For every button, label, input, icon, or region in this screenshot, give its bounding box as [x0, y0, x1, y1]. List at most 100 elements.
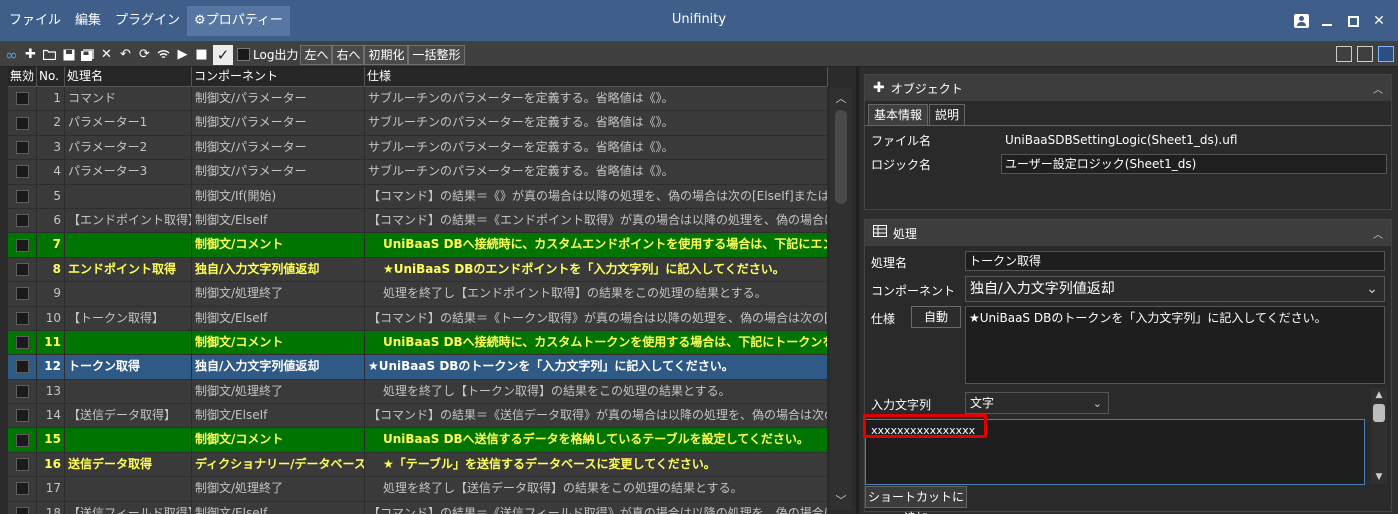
row-number[interactable]: 6	[37, 208, 65, 233]
row-spec[interactable]: UniBaaS DBへ送信するデータを格納しているテーブルを設定してください。	[365, 428, 828, 452]
row-disabled-checkbox[interactable]	[15, 165, 29, 179]
menu-edit[interactable]: 編集	[68, 6, 108, 36]
minimize-button[interactable]	[1314, 10, 1340, 32]
row-disabled-checkbox[interactable]	[15, 311, 29, 325]
header-name[interactable]: 処理名	[65, 67, 192, 86]
maximize-button[interactable]	[1340, 10, 1366, 32]
row-component[interactable]: 制御文/処理終了	[192, 379, 365, 404]
header-disabled[interactable]: 無効	[8, 67, 37, 86]
row-process-name[interactable]: パラメーター2	[65, 135, 192, 160]
row-spec[interactable]: UniBaaS DBへ接続時に、カスタムエンドポイントを使用する場合は、下記にエ…	[365, 233, 828, 257]
stop-icon[interactable]: ■	[192, 44, 211, 65]
properties-scrollbar[interactable]: ▲ ▼	[1371, 388, 1387, 484]
row-process-name[interactable]	[65, 379, 192, 404]
log-output-toggle[interactable]: Log出力	[237, 46, 298, 63]
row-process-name[interactable]	[65, 233, 192, 257]
collapse-icon[interactable]: ︿	[1373, 81, 1383, 96]
table-row[interactable]: 6 【エンドポイント取得】 制御文/ElseIf 【コマンド】の結果＝《エンドポイント…	[8, 208, 828, 234]
row-process-name[interactable]: 【エンドポイント取得】	[65, 208, 192, 233]
scroll-up-icon[interactable]: ▲	[1371, 390, 1387, 400]
component-select[interactable]: 独自/入力文字列値返却 ⌄	[965, 276, 1385, 302]
row-process-name[interactable]: コマンド	[65, 87, 192, 111]
grid-scrollbar[interactable]: ︿ ﹀	[830, 88, 852, 510]
layout-right-pane-icon[interactable]	[1378, 46, 1394, 62]
row-component[interactable]: 制御文/ElseIf	[192, 208, 365, 233]
row-number[interactable]: 9	[37, 282, 65, 306]
input-type-select[interactable]: 文字 ⌄	[965, 392, 1109, 414]
collapse-icon[interactable]: ︿	[1373, 226, 1383, 241]
user-account-button[interactable]	[1288, 10, 1314, 32]
row-number[interactable]: 15	[37, 428, 65, 452]
row-number[interactable]: 1	[37, 87, 65, 111]
row-number[interactable]: 12	[37, 355, 65, 379]
menu-plugin[interactable]: プラグイン	[108, 6, 187, 36]
layout-left-pane-icon[interactable]	[1336, 46, 1352, 62]
close-button[interactable]: ✕	[1366, 10, 1392, 32]
row-disabled-checkbox[interactable]	[15, 384, 29, 398]
check-icon[interactable]: ✓	[213, 44, 233, 65]
row-number[interactable]: 4	[37, 160, 65, 184]
row-spec[interactable]: 処理を終了し【トークン取得】の結果をこの処理の結果とする。	[365, 379, 828, 404]
row-spec[interactable]: UniBaaS DBへ接続時に、カスタムトークンを使用する場合は、下記にトークン…	[365, 330, 828, 355]
row-component[interactable]: 制御文/パラメーター	[192, 87, 365, 111]
menu-properties[interactable]: ⚙プロパティー	[187, 6, 290, 36]
row-disabled-checkbox[interactable]	[15, 262, 29, 276]
logic-name-field[interactable]: ユーザー設定ロジック(Sheet1_ds)	[1001, 154, 1387, 174]
bulk-format-button[interactable]: 一括整形	[408, 44, 465, 65]
unifinity-logo-icon[interactable]: ∞	[2, 44, 21, 65]
table-row[interactable]: 8 エンドポイント取得 独自/入力文字列値返却 ★UniBaaS DBのエンドポイント…	[8, 257, 828, 283]
play-icon[interactable]: ▶	[173, 44, 192, 65]
initialize-button[interactable]: 初期化	[364, 44, 409, 65]
delete-icon[interactable]: ✕	[97, 44, 116, 65]
row-number[interactable]: 5	[37, 184, 65, 208]
row-number[interactable]: 14	[37, 404, 65, 428]
row-number[interactable]: 11	[37, 330, 65, 355]
table-row[interactable]: 16送信データ取得ディクショナリー/データベース読込★「テーブル」を送信するデー…	[8, 452, 828, 478]
row-spec[interactable]: サブルーチンのパラメーターを定義する。省略値は《》。	[365, 111, 828, 135]
row-process-name[interactable]	[65, 428, 192, 452]
object-panel-header[interactable]: ✚ オブジェクト ︿	[865, 75, 1391, 101]
row-process-name[interactable]: エンドポイント取得	[65, 257, 192, 282]
row-process-name[interactable]: 【送信フィールド取得】	[65, 501, 192, 514]
layout-center-pane-icon[interactable]	[1357, 46, 1373, 62]
table-row[interactable]: 5 制御文/If(開始) 【コマンド】の結果＝《》が真の場合は以降の処理を、偽の場合…	[8, 184, 828, 209]
row-disabled-checkbox[interactable]	[15, 189, 29, 203]
row-component[interactable]: 制御文/パラメーター	[192, 111, 365, 135]
row-disabled-checkbox[interactable]	[15, 433, 29, 447]
table-row[interactable]: 3 パラメーター2 制御文/パラメーター サブルーチンのパラメーターを定義する。省略値…	[8, 135, 828, 161]
row-process-name[interactable]: トークン取得	[65, 355, 192, 379]
row-number[interactable]: 18	[37, 501, 65, 514]
row-disabled-checkbox[interactable]	[15, 287, 29, 301]
table-row[interactable]: 11 制御文/コメント UniBaaS DBへ接続時に、カスタムトークンを使用する場…	[8, 330, 828, 356]
add-icon[interactable]: ✚	[21, 44, 40, 65]
row-component[interactable]: 独自/入力文字列値返却	[192, 355, 365, 379]
row-disabled-checkbox[interactable]	[15, 482, 29, 496]
row-disabled-checkbox[interactable]	[15, 116, 29, 130]
row-component[interactable]: 制御文/コメント	[192, 428, 365, 452]
row-component[interactable]: 制御文/処理終了	[192, 477, 365, 501]
row-component[interactable]: 独自/入力文字列値返却	[192, 257, 365, 282]
row-disabled-checkbox[interactable]	[15, 92, 29, 106]
scroll-down-icon[interactable]: ﹀	[830, 492, 852, 508]
row-spec[interactable]: 【コマンド】の結果＝《送信データ取得》が真の場合は以降の処理を、偽の場合は次の[…	[365, 404, 828, 428]
header-component[interactable]: コンポーネント	[192, 67, 365, 86]
row-spec[interactable]: ★「テーブル」を送信するデータベースに変更してください。	[365, 452, 828, 477]
table-row[interactable]: 14 【送信データ取得】 制御文/ElseIf 【コマンド】の結果＝《送信データ取得》…	[8, 404, 828, 429]
row-number[interactable]: 17	[37, 477, 65, 501]
row-process-name[interactable]: 送信データ取得	[65, 452, 192, 477]
auto-button[interactable]: 自動	[911, 306, 961, 328]
spec-textarea[interactable]: ★UniBaaS DBのトークンを「入力文字列」に記入してください。	[965, 306, 1385, 384]
row-component[interactable]: 制御文/コメント	[192, 233, 365, 257]
move-right-button[interactable]: 右へ	[332, 44, 365, 65]
row-number[interactable]: 3	[37, 135, 65, 160]
menu-file[interactable]: ファイル	[2, 6, 68, 36]
row-process-name[interactable]: 【トークン取得】	[65, 306, 192, 330]
grid-scrollbar-thumb[interactable]	[835, 110, 847, 204]
row-process-name[interactable]	[65, 184, 192, 208]
row-spec[interactable]: 【コマンド】の結果＝《》が真の場合は以降の処理を、偽の場合は次の[ElseIf]…	[365, 184, 828, 208]
table-row[interactable]: 7 制御文/コメント UniBaaS DBへ接続時に、カスタムエンドポイントを使用す…	[8, 233, 828, 258]
row-spec[interactable]: サブルーチンのパラメーターを定義する。省略値は《》。	[365, 160, 828, 184]
process-panel-header[interactable]: 処理 ︿	[865, 220, 1391, 246]
row-process-name[interactable]	[65, 477, 192, 501]
table-row[interactable]: 10 【トークン取得】 制御文/ElseIf 【コマンド】の結果＝《トークン取得》が真…	[8, 306, 828, 331]
